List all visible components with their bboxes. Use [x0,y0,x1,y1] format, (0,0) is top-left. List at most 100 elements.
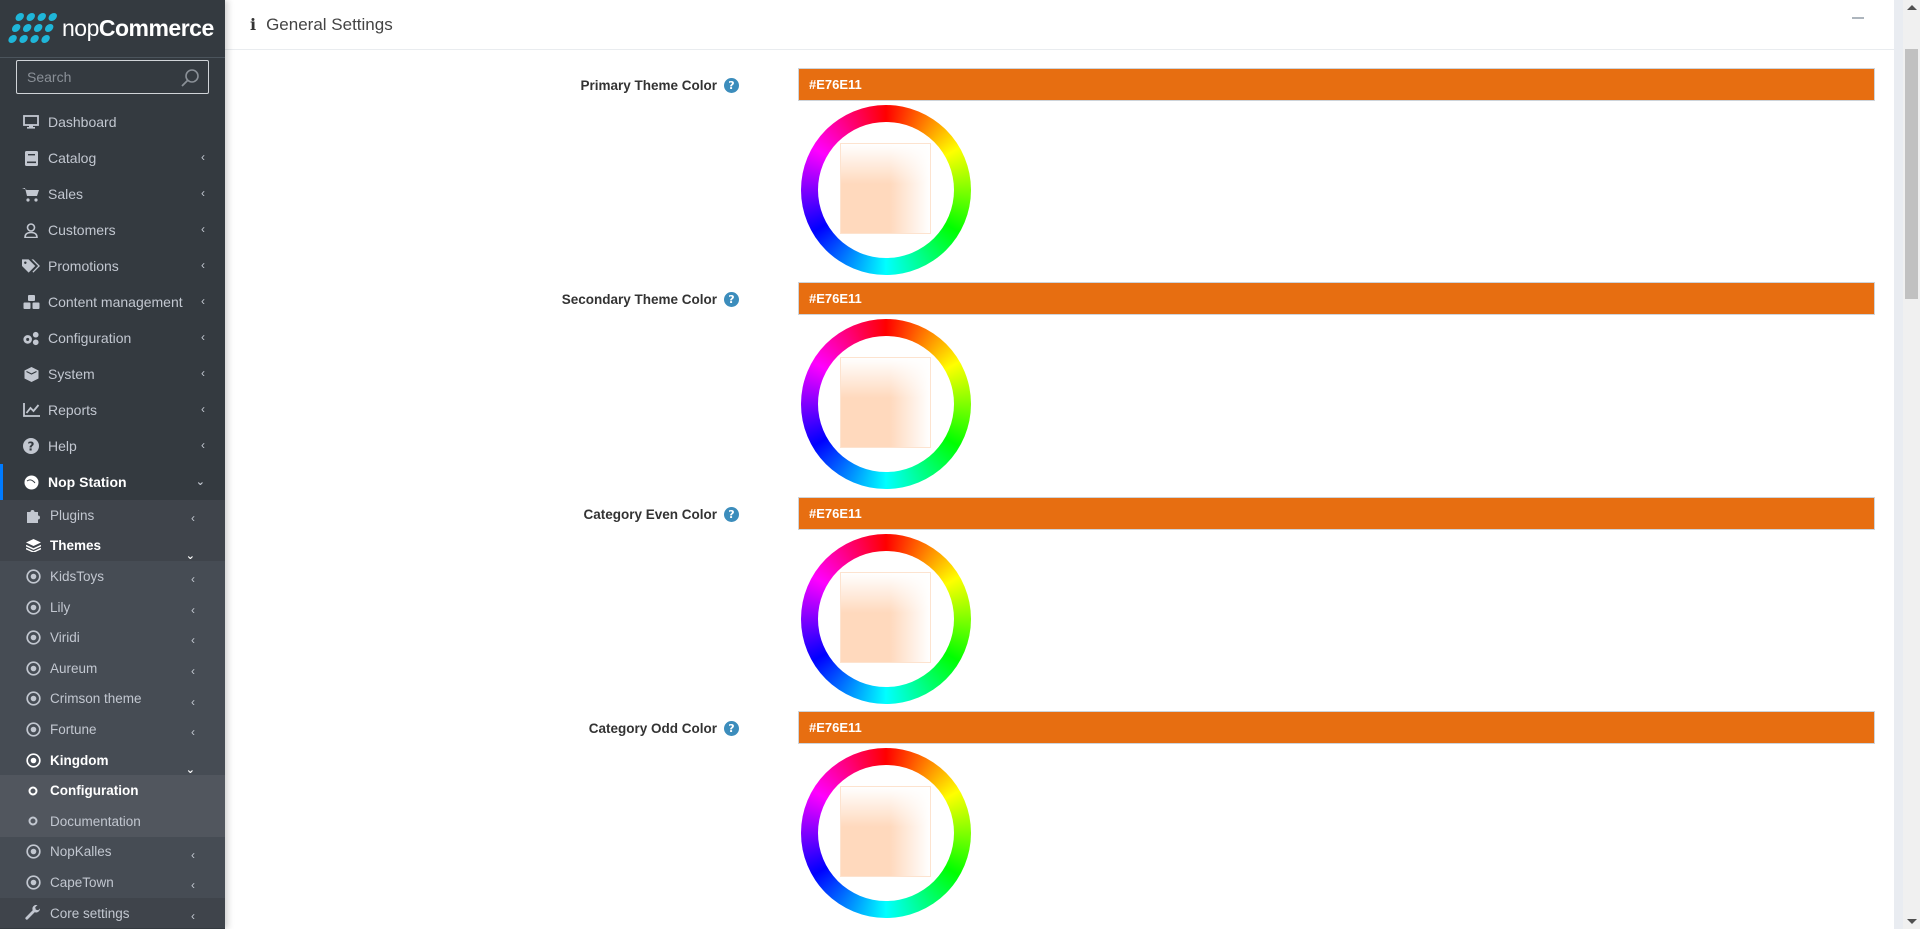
general-settings-card: i General Settings Primary Theme Color? … [225,0,1894,929]
dot-circle-icon [24,659,42,677]
sidebar-item-label: NopKalles [50,844,112,860]
dot-circle-icon [24,751,42,769]
vertical-scrollbar[interactable] [1903,0,1920,929]
sidebar-item-label: Fortune [50,721,97,737]
chevron-left-icon: ‹ [201,438,205,452]
scroll-up-arrow-icon[interactable] [1907,5,1917,10]
chevron-left-icon: ‹ [201,222,205,236]
sidebar-item-plugins[interactable]: Plugins ‹ [0,500,225,531]
cubes-icon [22,293,40,311]
sidebar-item-label: Viridi [50,630,80,646]
chevron-left-icon: ‹ [191,633,195,648]
sidebar-item-catalog[interactable]: Catalog ‹ [0,140,225,176]
svg-text:?: ? [28,440,35,454]
chevron-left-icon: ‹ [191,511,195,525]
dot-circle-icon [24,843,42,861]
sidebar-item-theme-crimson[interactable]: Crimson theme ‹ [0,684,225,715]
chevron-left-icon: ‹ [201,186,205,200]
dot-circle-icon [24,629,42,647]
sidebar-item-label: Help [48,438,77,454]
logo[interactable]: nopCommerce [0,0,225,58]
chevron-left-icon: ‹ [191,694,195,709]
sidebar-item-dashboard[interactable]: Dashboard [0,104,225,140]
sidebar-item-label: Kingdom [50,752,109,768]
card-header[interactable]: i General Settings [225,0,1894,50]
minus-icon[interactable] [1852,17,1864,19]
card-title: General Settings [266,14,393,34]
sidebar-item-themes[interactable]: Themes ⌄ [0,531,225,562]
saturation-lightness-picker[interactable] [840,357,931,448]
help-icon[interactable]: ? [724,507,739,522]
sidebar-item-label: CapeTown [50,874,114,890]
question-circle-icon: ? [22,437,40,455]
sidebar-item-label: Promotions [48,258,119,274]
sidebar-item-label: Themes [50,538,102,554]
sidebar-item-theme-capetown[interactable]: CapeTown ‹ [0,867,225,898]
help-icon[interactable]: ? [724,292,739,307]
themes-submenu: KidsToys ‹ Lily ‹ Viridi ‹ Aureum ‹ Crim… [0,561,225,898]
info-icon: i [250,15,257,34]
sidebar-item-label: Plugins [50,507,95,523]
dot-circle-icon [24,598,42,616]
book-icon [22,149,40,167]
sidebar-item-sales[interactable]: Sales ‹ [0,176,225,212]
sidebar-item-label: Nop Station [48,474,127,490]
category-even-color-input[interactable]: #E76E11 [798,497,1875,530]
user-icon [22,221,40,239]
chevron-left-icon: ‹ [191,572,195,587]
chevron-left-icon: ‹ [191,908,195,923]
chevron-left-icon: ‹ [191,602,195,617]
scroll-down-arrow-icon[interactable] [1907,919,1917,924]
kingdom-submenu: Configuration Documentation [0,775,225,837]
sidebar-item-theme-kingdom[interactable]: Kingdom ⌄ [0,745,225,776]
sidebar-item-kingdom-documentation[interactable]: Documentation [0,806,225,837]
sidebar-item-help[interactable]: ? Help ‹ [0,428,225,464]
sidebar-item-theme-lily[interactable]: Lily ‹ [0,592,225,623]
setting-label: Category Odd Color? [589,721,739,736]
logo-text: nopCommerce [62,15,214,41]
sidebar-item-customers[interactable]: Customers ‹ [0,212,225,248]
sidebar-item-reports[interactable]: Reports ‹ [0,392,225,428]
sidebar-item-core-settings[interactable]: Core settings ‹ [0,898,225,929]
sidebar-item-theme-aureum[interactable]: Aureum ‹ [0,653,225,684]
chevron-down-icon: ⌄ [195,476,205,488]
sidebar-item-label: Configuration [48,330,132,346]
category-odd-color-input[interactable]: #E76E11 [798,711,1875,744]
sidebar-item-system[interactable]: System ‹ [0,356,225,392]
sidebar-item-theme-fortune[interactable]: Fortune ‹ [0,714,225,745]
logo-mark-icon [7,13,59,44]
nop-station-submenu: Plugins ‹ Themes ⌄ KidsToys ‹ Lily ‹ Vir… [0,500,225,929]
saturation-lightness-picker[interactable] [840,572,931,663]
search-input[interactable] [27,69,177,85]
sidebar-item-label: Core settings [50,905,130,921]
scrollbar-thumb[interactable] [1905,49,1918,299]
sidebar-item-kingdom-configuration[interactable]: Configuration [0,775,225,806]
primary-theme-color-input[interactable]: #E76E11 [798,68,1875,101]
sidebar-item-label: Configuration [50,783,139,799]
search-icon[interactable] [180,68,200,88]
cart-icon [22,185,40,203]
chevron-left-icon: ‹ [201,402,205,416]
saturation-lightness-picker[interactable] [840,786,931,877]
chart-line-icon [22,401,40,419]
chevron-left-icon: ‹ [201,366,205,380]
sidebar-item-content-management[interactable]: Content management ‹ [0,284,225,320]
sidebar-item-configuration[interactable]: Configuration ‹ [0,320,225,356]
saturation-lightness-picker[interactable] [840,143,931,234]
sidebar-item-nop-station[interactable]: Nop Station ⌄ [0,464,225,500]
chevron-down-icon: ⌄ [185,763,195,776]
setting-label: Category Even Color? [583,507,739,522]
secondary-theme-color-input[interactable]: #E76E11 [798,282,1875,315]
help-icon[interactable]: ? [724,721,739,736]
sidebar-item-label: Sales [48,186,84,202]
chevron-left-icon: ‹ [201,294,205,308]
sidebar-item-theme-nopkalles[interactable]: NopKalles ‹ [0,837,225,868]
dot-circle-icon [24,567,42,585]
dot-circle-icon [24,690,42,708]
sidebar-item-label: Reports [48,402,98,418]
help-icon[interactable]: ? [724,78,739,93]
sidebar-item-promotions[interactable]: Promotions ‹ [0,248,225,284]
sidebar-item-theme-kidstoys[interactable]: KidsToys ‹ [0,561,225,592]
sidebar-item-theme-viridi[interactable]: Viridi ‹ [0,622,225,653]
puzzle-icon [24,506,42,524]
